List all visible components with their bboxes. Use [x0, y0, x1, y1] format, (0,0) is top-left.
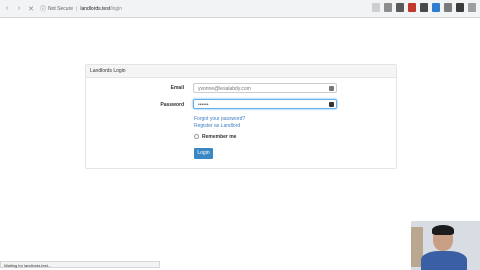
presenter-hair: [432, 225, 454, 235]
password-label: Password: [160, 102, 184, 108]
webcam-overlay: [411, 221, 480, 270]
extension-icon[interactable]: [456, 3, 464, 12]
password-value: ••••••: [198, 102, 209, 108]
status-bar: Waiting for landlords.test...: [0, 261, 160, 268]
menu-icon[interactable]: [468, 3, 476, 12]
stop-reload-button[interactable]: ✕: [26, 5, 36, 13]
email-field[interactable]: yvonne@lesalabdy.com: [193, 83, 337, 93]
browser-toolbar: ‹ › ✕ ⓘ Not Secure | landlords.test /log…: [0, 0, 480, 18]
bookmark-star-icon[interactable]: [372, 3, 380, 12]
url-path: /login: [110, 5, 123, 12]
remember-me-label: Remember me: [202, 134, 237, 140]
extension-icons: [372, 3, 476, 12]
remember-me-checkbox[interactable]: [194, 134, 199, 139]
url-host: landlords.test: [80, 5, 111, 12]
email-label: Email: [170, 85, 184, 91]
login-button[interactable]: Login: [194, 148, 213, 159]
info-icon[interactable]: ⓘ: [40, 4, 46, 13]
register-link[interactable]: Register as Landlord: [194, 123, 240, 129]
forward-button[interactable]: ›: [14, 5, 24, 12]
panel-title: Landlords Login: [86, 65, 396, 78]
separator: |: [76, 5, 78, 12]
forgot-password-link[interactable]: Forgot your password?: [194, 116, 245, 122]
extension-icon[interactable]: [384, 3, 392, 12]
email-value: yvonne@lesalabdy.com: [198, 86, 251, 92]
autofill-icon[interactable]: [329, 102, 334, 107]
extension-icon[interactable]: [432, 3, 440, 12]
autofill-icon[interactable]: [329, 86, 334, 91]
password-field[interactable]: ••••••: [193, 99, 337, 109]
extension-icon[interactable]: [408, 3, 416, 12]
back-button[interactable]: ‹: [2, 5, 12, 12]
extension-icon[interactable]: [396, 3, 404, 12]
address-bar[interactable]: ⓘ Not Secure | landlords.test /login: [40, 3, 122, 15]
extension-icon[interactable]: [420, 3, 428, 12]
login-panel: Landlords Login Email yvonne@lesalabdy.c…: [85, 64, 397, 169]
extension-icon[interactable]: [444, 3, 452, 12]
security-label: Not Secure: [48, 5, 74, 12]
presenter-shirt: [421, 251, 467, 270]
